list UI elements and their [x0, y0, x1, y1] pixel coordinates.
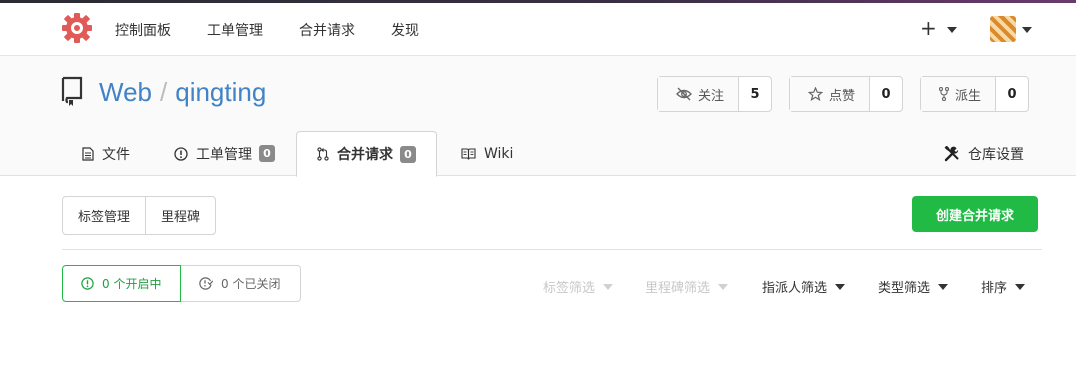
file-text-icon	[82, 146, 94, 161]
labels-milestones-group: 标签管理 里程碑	[62, 196, 217, 235]
fork-count[interactable]: 0	[996, 77, 1028, 111]
pr-state-toggle: 0 个开启中 0 个已关闭	[62, 265, 301, 302]
issue-opened-icon	[174, 146, 188, 161]
label-filter-chevron-down-icon	[603, 283, 614, 290]
milestone-filter-label: 里程碑筛选	[645, 281, 711, 296]
user-avatar[interactable]	[990, 16, 1016, 42]
repo-title: Web / qingting	[99, 77, 266, 108]
sort-label: 排序	[981, 281, 1008, 296]
gitea-logo-icon[interactable]	[61, 12, 93, 44]
label-filter-label: 标签筛选	[543, 281, 596, 296]
star-count[interactable]: 0	[870, 77, 902, 111]
sort-dropdown[interactable]: 排序	[981, 277, 1026, 296]
watch-label: 关注	[698, 88, 725, 104]
watch-button[interactable]: 关注 5	[657, 76, 773, 112]
pulls-count-badge: 0	[400, 145, 416, 163]
watch-count[interactable]: 5	[739, 77, 771, 111]
repo-name-link[interactable]: qingting	[175, 77, 266, 107]
tab-wiki[interactable]: Wiki	[461, 131, 513, 176]
milestones-button[interactable]: 里程碑	[145, 197, 215, 234]
repo-owner-link[interactable]: Web	[99, 77, 152, 107]
assignee-filter-dropdown[interactable]: 指派人筛选	[762, 277, 846, 296]
type-filter-dropdown[interactable]: 类型筛选	[878, 277, 949, 296]
watch-label-wrap[interactable]: 关注	[658, 77, 740, 111]
labels-button[interactable]: 标签管理	[63, 197, 145, 234]
tab-pulls-label: 合并请求	[337, 147, 393, 163]
fork-button[interactable]: 派生 0	[920, 76, 1030, 112]
section-divider	[62, 249, 1042, 250]
user-menu-chevron-down-icon[interactable]	[1022, 27, 1032, 33]
type-filter-chevron-down-icon	[938, 283, 949, 290]
fork-label-wrap[interactable]: 派生	[921, 77, 997, 111]
fork-label: 派生	[955, 88, 982, 104]
assignee-filter-label: 指派人筛选	[762, 281, 828, 296]
sort-chevron-down-icon	[1015, 283, 1026, 290]
tab-files[interactable]: 文件	[82, 131, 130, 176]
create-new-chevron-down-icon[interactable]	[947, 27, 957, 33]
closed-state-button[interactable]: 0 个已关闭	[181, 265, 301, 302]
issue-opened-icon	[81, 277, 94, 290]
nav-pulls[interactable]: 合并请求	[299, 20, 355, 40]
milestone-filter-dropdown[interactable]: 里程碑筛选	[645, 277, 729, 296]
nav-explore[interactable]: 发现	[391, 20, 419, 40]
git-pull-request-icon	[317, 147, 329, 161]
tab-settings-label: 仓库设置	[968, 146, 1024, 163]
assignee-filter-chevron-down-icon	[835, 283, 846, 290]
type-filter-label: 类型筛选	[878, 281, 931, 296]
create-new-plus-icon[interactable]: +	[920, 16, 937, 40]
repo-header: Web / qingting 关注 5 点赞 0 派生 0 文件 工单管理 0 …	[0, 56, 1076, 177]
star-label: 点赞	[829, 88, 856, 104]
eye-slash-icon	[676, 87, 692, 101]
nav-dashboard[interactable]: 控制面板	[115, 20, 171, 40]
tab-issues-label: 工单管理	[196, 146, 252, 163]
tools-icon	[944, 145, 959, 161]
tab-settings[interactable]: 仓库设置	[944, 131, 1024, 176]
open-state-label: 0 个开启中	[102, 277, 162, 291]
milestone-filter-chevron-down-icon	[718, 283, 729, 290]
repo-book-icon	[61, 76, 83, 106]
star-button[interactable]: 点赞 0	[789, 76, 904, 112]
label-filter-dropdown[interactable]: 标签筛选	[543, 277, 614, 296]
tab-issues[interactable]: 工单管理 0	[174, 131, 275, 176]
book-open-icon	[461, 147, 476, 160]
star-label-wrap[interactable]: 点赞	[790, 77, 871, 111]
nav-issues[interactable]: 工单管理	[207, 20, 263, 40]
closed-state-label: 0 个已关闭	[221, 277, 281, 291]
star-icon	[808, 87, 823, 101]
tab-files-label: 文件	[102, 146, 130, 163]
open-state-button[interactable]: 0 个开启中	[62, 265, 181, 302]
tab-pull-requests[interactable]: 合并请求 0	[296, 131, 437, 177]
tab-wiki-label: Wiki	[484, 145, 514, 162]
issue-closed-icon	[199, 277, 213, 290]
create-pull-request-button[interactable]: 创建合并请求	[912, 196, 1038, 232]
issues-count-badge: 0	[259, 145, 275, 162]
top-navbar: 控制面板 工单管理 合并请求 发现 +	[0, 3, 1076, 56]
repo-title-separator: /	[160, 77, 168, 107]
fork-icon	[939, 87, 949, 101]
